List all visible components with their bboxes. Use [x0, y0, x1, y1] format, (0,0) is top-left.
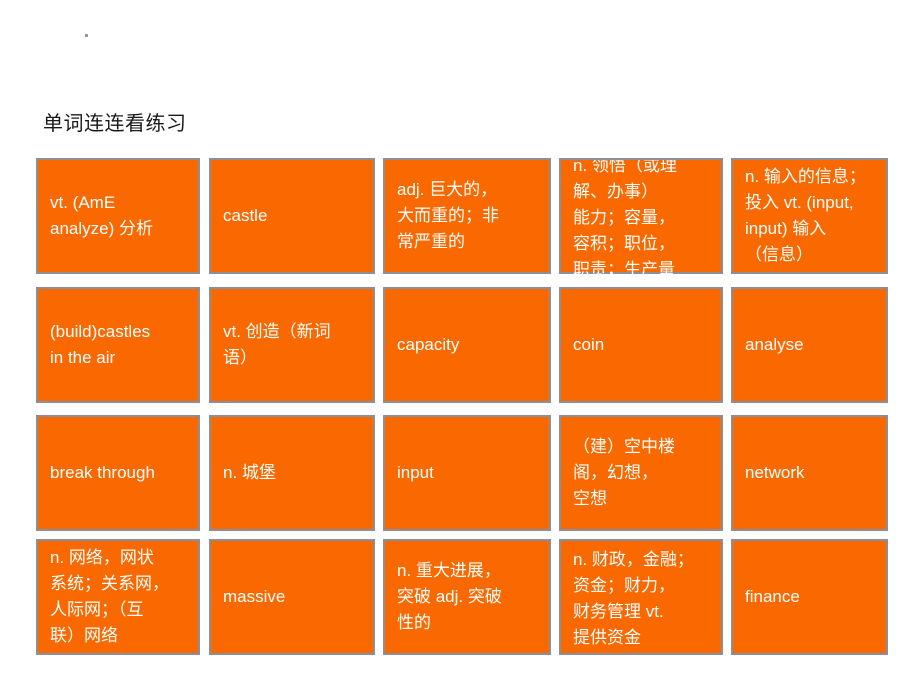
- word-card-text: break through: [50, 463, 155, 482]
- word-card-text: n. 财政，金融； 资金；财力， 财务管理 vt. 提供资金: [573, 550, 694, 647]
- word-card[interactable]: n. 网络，网状 系统；关系网， 人际网；（互 联）网络: [36, 539, 200, 655]
- word-card-text: （建）空中楼 阁，幻想， 空想: [573, 437, 675, 508]
- word-card-overflow-layer: n. 领悟（或理 解、办事） 能力；容量， 容积；职位， 职责；生产量 n. 领…: [561, 156, 721, 279]
- word-card[interactable]: n. 输入的信息； 投入 vt. (input, input) 输入 （信息）: [731, 158, 888, 274]
- word-card[interactable]: coin: [559, 287, 723, 403]
- word-card[interactable]: network: [731, 415, 888, 531]
- word-card-text: n. 网络，网状 系统；关系网， 人际网；（互 联）网络: [50, 548, 169, 645]
- word-card-text: (build)castles in the air: [50, 322, 151, 367]
- word-card[interactable]: break through: [36, 415, 200, 531]
- word-card-overflow-layer: n. 财政，金融； 资金；财力， 财务管理 vt. 提供资金 n. 财政，金融；…: [561, 541, 721, 657]
- word-card-text: capacity: [397, 335, 460, 354]
- word-card[interactable]: （建）空中楼 阁，幻想， 空想: [559, 415, 723, 531]
- word-card-text: n. 领悟（或理 解、办事） 能力；容量， 容积；职位， 职责；生产量: [573, 160, 677, 276]
- word-card-text: finance: [745, 587, 800, 606]
- word-card-overflowing[interactable]: n. 领悟（或理 解、办事） 能力；容量， 容积；职位， 职责；生产量 n. 领…: [559, 156, 723, 279]
- word-card-text: n. 输入的信息； 投入 vt. (input, input) 输入 （信息）: [745, 167, 866, 264]
- stray-dot-artifact: [85, 34, 88, 37]
- word-card[interactable]: finance: [731, 539, 888, 655]
- word-card-overflowing[interactable]: n. 财政，金融； 资金；财力， 财务管理 vt. 提供资金 n. 财政，金融；…: [559, 539, 723, 655]
- word-card-text: n. 重大进展， 突破 adj. 突破 性的: [397, 561, 502, 632]
- word-card-text: coin: [573, 335, 605, 354]
- word-card[interactable]: (build)castles in the air: [36, 287, 200, 403]
- card-row: n. 网络，网状 系统；关系网， 人际网；（互 联）网络 massive n. …: [36, 539, 888, 655]
- word-card[interactable]: n. 重大进展， 突破 adj. 突破 性的: [383, 539, 551, 655]
- word-card[interactable]: n. 城堡: [209, 415, 375, 531]
- word-card-text: massive: [223, 587, 286, 606]
- word-card-text: castle: [223, 206, 268, 225]
- word-card-text: vt. 创造（新词 语）: [223, 322, 331, 367]
- word-card[interactable]: massive: [209, 539, 375, 655]
- word-card-clip: n. 领悟（或理 解、办事） 能力；容量， 容积；职位， 职责；生产量: [561, 160, 721, 276]
- word-card[interactable]: input: [383, 415, 551, 531]
- word-card[interactable]: castle: [209, 158, 375, 274]
- slide-canvas: 单词连连看练习 vt. (AmE analyze) 分析 castle adj.…: [0, 0, 920, 690]
- word-card-text: analyse: [745, 335, 804, 354]
- word-card-text: vt. (AmE analyze) 分析: [50, 193, 153, 238]
- word-card[interactable]: analyse: [731, 287, 888, 403]
- word-card[interactable]: capacity: [383, 287, 551, 403]
- word-card[interactable]: vt. (AmE analyze) 分析: [36, 158, 200, 274]
- card-row: vt. (AmE analyze) 分析 castle adj. 巨大的， 大而…: [36, 156, 888, 279]
- word-card-text: network: [745, 463, 805, 482]
- card-row: break through n. 城堡 input （建）空中楼 阁，幻想， 空…: [36, 415, 888, 531]
- word-card-text: input: [397, 463, 434, 482]
- card-row: (build)castles in the air vt. 创造（新词 语） c…: [36, 287, 888, 403]
- page-title: 单词连连看练习: [43, 113, 187, 135]
- word-card[interactable]: adj. 巨大的， 大而重的；非 常严重的: [383, 158, 551, 274]
- word-match-card-grid: vt. (AmE analyze) 分析 castle adj. 巨大的， 大而…: [36, 156, 888, 655]
- word-card-text: n. 城堡: [223, 463, 276, 482]
- word-card-clip: n. 财政，金融； 资金；财力， 财务管理 vt. 提供资金: [561, 541, 721, 657]
- word-card[interactable]: vt. 创造（新词 语）: [209, 287, 375, 403]
- word-card-text: adj. 巨大的， 大而重的；非 常严重的: [397, 180, 499, 251]
